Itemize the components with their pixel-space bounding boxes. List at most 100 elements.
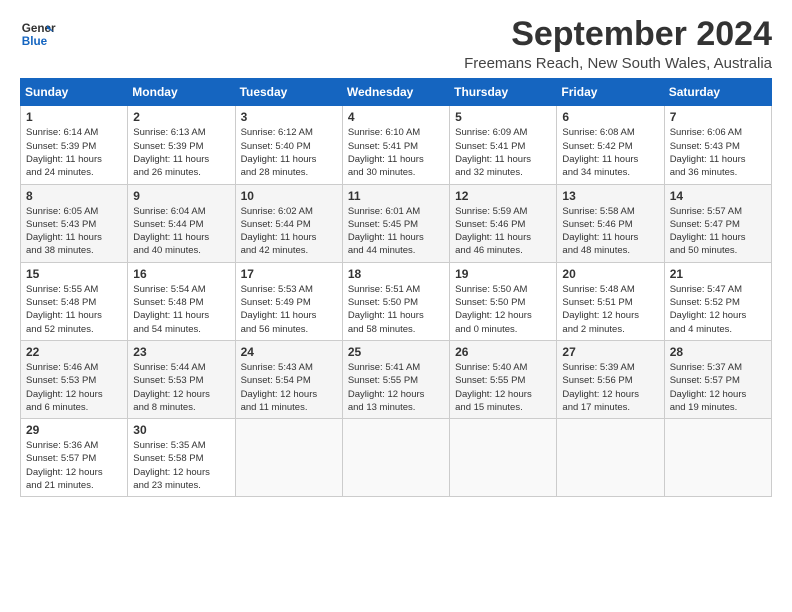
- week-row-2: 15 Sunrise: 5:55 AM Sunset: 5:48 PM Dayli…: [21, 262, 772, 340]
- week-row-0: 1 Sunrise: 6:14 AM Sunset: 5:39 PM Daylig…: [21, 106, 772, 184]
- day-number: 13: [562, 189, 658, 203]
- day-info: Sunrise: 5:57 AM Sunset: 5:47 PM Dayligh…: [670, 205, 766, 258]
- day-cell: 18 Sunrise: 5:51 AM Sunset: 5:50 PM Dayli…: [342, 262, 449, 340]
- day-cell: 20 Sunrise: 5:48 AM Sunset: 5:51 PM Dayli…: [557, 262, 664, 340]
- day-info: Sunrise: 5:48 AM Sunset: 5:51 PM Dayligh…: [562, 283, 658, 336]
- col-header-thursday: Thursday: [450, 79, 557, 106]
- day-cell: 10 Sunrise: 6:02 AM Sunset: 5:44 PM Dayli…: [235, 184, 342, 262]
- day-cell: [450, 419, 557, 497]
- day-info: Sunrise: 6:05 AM Sunset: 5:43 PM Dayligh…: [26, 205, 122, 258]
- day-info: Sunrise: 5:35 AM Sunset: 5:58 PM Dayligh…: [133, 439, 229, 492]
- day-info: Sunrise: 5:47 AM Sunset: 5:52 PM Dayligh…: [670, 283, 766, 336]
- day-cell: 16 Sunrise: 5:54 AM Sunset: 5:48 PM Dayli…: [128, 262, 235, 340]
- day-number: 21: [670, 267, 766, 281]
- day-number: 10: [241, 189, 337, 203]
- day-number: 17: [241, 267, 337, 281]
- day-cell: 14 Sunrise: 5:57 AM Sunset: 5:47 PM Dayli…: [664, 184, 771, 262]
- header-row: SundayMondayTuesdayWednesdayThursdayFrid…: [21, 79, 772, 106]
- title-block: September 2024 Freemans Reach, New South…: [464, 16, 772, 72]
- day-number: 25: [348, 345, 444, 359]
- day-info: Sunrise: 6:12 AM Sunset: 5:40 PM Dayligh…: [241, 126, 337, 179]
- day-cell: 12Sunrise: 5:59 AM Sunset: 5:46 PM Dayli…: [450, 184, 557, 262]
- col-header-sunday: Sunday: [21, 79, 128, 106]
- day-number: 20: [562, 267, 658, 281]
- day-cell: [664, 419, 771, 497]
- day-number: 22: [26, 345, 122, 359]
- day-cell: 28 Sunrise: 5:37 AM Sunset: 5:57 PM Dayli…: [664, 340, 771, 418]
- day-number: 19: [455, 267, 551, 281]
- day-cell: [235, 419, 342, 497]
- day-info: Sunrise: 5:50 AM Sunset: 5:50 PM Dayligh…: [455, 283, 551, 336]
- logo-icon: General Blue: [20, 16, 56, 52]
- day-cell: 19 Sunrise: 5:50 AM Sunset: 5:50 PM Dayli…: [450, 262, 557, 340]
- day-cell: 15 Sunrise: 5:55 AM Sunset: 5:48 PM Dayli…: [21, 262, 128, 340]
- day-number: 12: [455, 189, 551, 203]
- day-number: 30: [133, 423, 229, 437]
- day-info: Sunrise: 5:43 AM Sunset: 5:54 PM Dayligh…: [241, 361, 337, 414]
- day-number: 2: [133, 110, 229, 124]
- day-number: 14: [670, 189, 766, 203]
- day-cell: 25Sunrise: 5:41 AM Sunset: 5:55 PM Dayli…: [342, 340, 449, 418]
- day-cell: 1 Sunrise: 6:14 AM Sunset: 5:39 PM Daylig…: [21, 106, 128, 184]
- day-number: 1: [26, 110, 122, 124]
- day-info: Sunrise: 6:04 AM Sunset: 5:44 PM Dayligh…: [133, 205, 229, 258]
- day-number: 6: [562, 110, 658, 124]
- day-info: Sunrise: 6:09 AM Sunset: 5:41 PM Dayligh…: [455, 126, 551, 179]
- day-info: Sunrise: 5:53 AM Sunset: 5:49 PM Dayligh…: [241, 283, 337, 336]
- day-info: Sunrise: 6:06 AM Sunset: 5:43 PM Dayligh…: [670, 126, 766, 179]
- week-row-3: 22Sunrise: 5:46 AM Sunset: 5:53 PM Dayli…: [21, 340, 772, 418]
- week-row-4: 29 Sunrise: 5:36 AM Sunset: 5:57 PM Dayli…: [21, 419, 772, 497]
- day-cell: 29 Sunrise: 5:36 AM Sunset: 5:57 PM Dayli…: [21, 419, 128, 497]
- day-number: 3: [241, 110, 337, 124]
- header: General Blue September 2024 Freemans Rea…: [20, 16, 772, 72]
- day-info: Sunrise: 5:58 AM Sunset: 5:46 PM Dayligh…: [562, 205, 658, 258]
- day-cell: 17 Sunrise: 5:53 AM Sunset: 5:49 PM Dayli…: [235, 262, 342, 340]
- day-cell: 3 Sunrise: 6:12 AM Sunset: 5:40 PM Daylig…: [235, 106, 342, 184]
- day-info: Sunrise: 5:39 AM Sunset: 5:56 PM Dayligh…: [562, 361, 658, 414]
- day-cell: 22Sunrise: 5:46 AM Sunset: 5:53 PM Dayli…: [21, 340, 128, 418]
- day-info: Sunrise: 5:51 AM Sunset: 5:50 PM Dayligh…: [348, 283, 444, 336]
- svg-text:General: General: [22, 22, 56, 35]
- day-cell: 8 Sunrise: 6:05 AM Sunset: 5:43 PM Daylig…: [21, 184, 128, 262]
- day-info: Sunrise: 6:01 AM Sunset: 5:45 PM Dayligh…: [348, 205, 444, 258]
- day-cell: 2 Sunrise: 6:13 AM Sunset: 5:39 PM Daylig…: [128, 106, 235, 184]
- day-cell: [557, 419, 664, 497]
- day-number: 5: [455, 110, 551, 124]
- day-cell: 6 Sunrise: 6:08 AM Sunset: 5:42 PM Daylig…: [557, 106, 664, 184]
- day-cell: 26 Sunrise: 5:40 AM Sunset: 5:55 PM Dayli…: [450, 340, 557, 418]
- day-info: Sunrise: 5:40 AM Sunset: 5:55 PM Dayligh…: [455, 361, 551, 414]
- day-cell: 11 Sunrise: 6:01 AM Sunset: 5:45 PM Dayli…: [342, 184, 449, 262]
- svg-text:Blue: Blue: [22, 35, 48, 48]
- day-number: 18: [348, 267, 444, 281]
- day-info: Sunrise: 6:10 AM Sunset: 5:41 PM Dayligh…: [348, 126, 444, 179]
- day-info: Sunrise: 5:55 AM Sunset: 5:48 PM Dayligh…: [26, 283, 122, 336]
- col-header-wednesday: Wednesday: [342, 79, 449, 106]
- col-header-saturday: Saturday: [664, 79, 771, 106]
- day-number: 11: [348, 189, 444, 203]
- day-number: 28: [670, 345, 766, 359]
- day-info: Sunrise: 6:14 AM Sunset: 5:39 PM Dayligh…: [26, 126, 122, 179]
- day-number: 9: [133, 189, 229, 203]
- day-number: 29: [26, 423, 122, 437]
- calendar-table: SundayMondayTuesdayWednesdayThursdayFrid…: [20, 78, 772, 497]
- day-info: Sunrise: 5:37 AM Sunset: 5:57 PM Dayligh…: [670, 361, 766, 414]
- location-title: Freemans Reach, New South Wales, Austral…: [464, 55, 772, 72]
- logo: General Blue: [20, 16, 56, 52]
- day-number: 27: [562, 345, 658, 359]
- day-number: 26: [455, 345, 551, 359]
- day-info: Sunrise: 6:08 AM Sunset: 5:42 PM Dayligh…: [562, 126, 658, 179]
- day-info: Sunrise: 6:02 AM Sunset: 5:44 PM Dayligh…: [241, 205, 337, 258]
- day-number: 8: [26, 189, 122, 203]
- day-cell: [342, 419, 449, 497]
- day-info: Sunrise: 5:36 AM Sunset: 5:57 PM Dayligh…: [26, 439, 122, 492]
- day-info: Sunrise: 5:54 AM Sunset: 5:48 PM Dayligh…: [133, 283, 229, 336]
- day-cell: 27 Sunrise: 5:39 AM Sunset: 5:56 PM Dayli…: [557, 340, 664, 418]
- day-number: 24: [241, 345, 337, 359]
- day-cell: 7 Sunrise: 6:06 AM Sunset: 5:43 PM Daylig…: [664, 106, 771, 184]
- day-number: 15: [26, 267, 122, 281]
- day-info: Sunrise: 6:13 AM Sunset: 5:39 PM Dayligh…: [133, 126, 229, 179]
- month-title: September 2024: [464, 16, 772, 53]
- day-cell: 13 Sunrise: 5:58 AM Sunset: 5:46 PM Dayli…: [557, 184, 664, 262]
- day-number: 16: [133, 267, 229, 281]
- day-number: 7: [670, 110, 766, 124]
